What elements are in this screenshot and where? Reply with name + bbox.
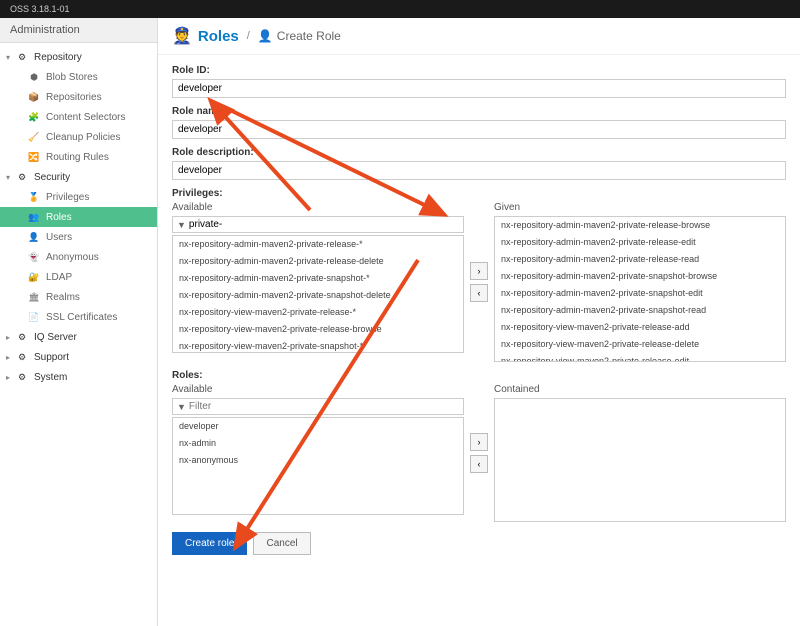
roles-contained-list[interactable] [494,398,786,522]
list-item[interactable]: nx-repository-admin-maven2-private-relea… [495,251,785,268]
privileges-given-list[interactable]: nx-repository-admin-maven2-private-relea… [494,216,786,362]
breadcrumb: 👮 Roles / 👤 Create Role [158,18,800,55]
list-item[interactable]: developer [173,418,463,435]
roles-add-button[interactable]: › [470,433,488,451]
list-item[interactable]: nx-anonymous [173,452,463,469]
privileges-transfer-buttons: › ‹ [470,202,488,362]
privileges-given-label: Given [494,202,786,213]
tree-group[interactable]: ▸⚙System [0,367,157,387]
list-item[interactable]: nx-repository-view-maven2-private-releas… [495,319,785,336]
roles-contained-col: Contained [494,384,786,522]
role-id-input[interactable] [172,79,786,98]
role-desc-label: Role description: [172,147,786,158]
tree-item[interactable]: 🔀Routing Rules [0,147,157,167]
tree-item[interactable]: 👤Users [0,227,157,247]
list-item[interactable]: nx-repository-admin-maven2-private-snaps… [495,302,785,319]
privileges-available-list[interactable]: nx-repository-admin-maven2-private-relea… [172,235,464,353]
create-role-button[interactable]: Create role [172,532,247,555]
roles-available-col: Available ▼ developernx-adminnx-anonymou… [172,384,464,522]
tree-group[interactable]: ▾⚙Repository [0,47,157,67]
nav-tree: ▾⚙Repository⬢Blob Stores📦Repositories🧩Co… [0,43,157,391]
filter-icon: ▼ [177,402,186,412]
roles-contained-label: Contained [494,384,786,395]
breadcrumb-sub: Create Role [277,29,341,43]
tree-item[interactable]: 👥Roles [0,207,157,227]
list-item[interactable]: nx-repository-view-maven2-private-releas… [173,321,463,338]
privileges-filter-input[interactable] [189,219,459,230]
filter-icon: ▼ [177,220,186,230]
version-label: OSS 3.18.1-01 [10,4,70,14]
tree-group[interactable]: ▾⚙Security [0,167,157,187]
list-item[interactable]: nx-repository-admin-maven2-private-relea… [495,234,785,251]
list-item[interactable]: nx-admin [173,435,463,452]
roles-remove-button[interactable]: ‹ [470,455,488,473]
role-name-label: Role name: [172,106,786,117]
button-row: Create role Cancel [172,532,786,555]
roles-available-list[interactable]: developernx-adminnx-anonymous [172,417,464,515]
privileges-remove-button[interactable]: ‹ [470,284,488,302]
sidebar: Administration ▾⚙Repository⬢Blob Stores📦… [0,18,158,626]
role-name-input[interactable] [172,120,786,139]
field-roles: Roles: Available ▼ developernx-adminnx-a… [172,370,786,522]
tree-item[interactable]: 📄SSL Certificates [0,307,157,327]
list-item[interactable]: nx-repository-view-maven2-private-releas… [495,336,785,353]
privileges-given-col: Given nx-repository-admin-maven2-private… [494,202,786,362]
roles-dual-list: Available ▼ developernx-adminnx-anonymou… [172,384,786,522]
roles-available-label: Available [172,384,464,395]
list-item[interactable]: nx-repository-admin-maven2-private-snaps… [495,268,785,285]
field-role-name: Role name: [172,106,786,139]
role-form: Role ID: Role name: Role description: Pr… [158,55,800,615]
roles-transfer-buttons: › ‹ [470,384,488,522]
roles-icon: 👮 [172,26,192,46]
cancel-button[interactable]: Cancel [253,532,310,555]
tree-group[interactable]: ▸⚙Support [0,347,157,367]
list-item[interactable]: nx-repository-admin-maven2-private-relea… [495,217,785,234]
tree-item[interactable]: 🏛Realms [0,287,157,307]
field-role-desc: Role description: [172,147,786,180]
top-bar: OSS 3.18.1-01 [0,0,800,18]
privileges-add-button[interactable]: › [470,262,488,280]
list-item[interactable]: nx-repository-admin-maven2-private-snaps… [495,285,785,302]
tree-item[interactable]: 🧩Content Selectors [0,107,157,127]
roles-filter[interactable]: ▼ [172,398,464,415]
field-role-id: Role ID: [172,65,786,98]
role-id-label: Role ID: [172,65,786,76]
tree-item[interactable]: 📦Repositories [0,87,157,107]
roles-filter-input[interactable] [189,401,459,412]
list-item[interactable]: nx-repository-admin-maven2-private-snaps… [173,270,463,287]
list-item[interactable]: nx-repository-admin-maven2-private-relea… [173,236,463,253]
tree-item[interactable]: 👻Anonymous [0,247,157,267]
tree-item[interactable]: 🏅Privileges [0,187,157,207]
field-privileges: Privileges: Available ▼ nx-repository-ad… [172,188,786,362]
privileges-available-label: Available [172,202,464,213]
sidebar-header: Administration [0,18,157,43]
tree-group[interactable]: ▸⚙IQ Server [0,327,157,347]
list-item[interactable]: nx-repository-view-maven2-private-releas… [495,353,785,362]
tree-item[interactable]: ⬢Blob Stores [0,67,157,87]
list-item[interactable]: nx-repository-admin-maven2-private-snaps… [173,287,463,304]
user-icon: 👤 [258,29,273,43]
main-panel: 👮 Roles / 👤 Create Role Role ID: Role na… [158,18,800,626]
privileges-dual-list: Available ▼ nx-repository-admin-maven2-p… [172,202,786,362]
privileges-available-col: Available ▼ nx-repository-admin-maven2-p… [172,202,464,362]
privileges-filter[interactable]: ▼ [172,216,464,233]
list-item[interactable]: nx-repository-view-maven2-private-snapsh… [173,338,463,353]
roles-label: Roles: [172,370,786,381]
role-desc-input[interactable] [172,161,786,180]
breadcrumb-separator: / [247,30,250,42]
list-item[interactable]: nx-repository-admin-maven2-private-relea… [173,253,463,270]
breadcrumb-main[interactable]: Roles [198,28,239,45]
privileges-label: Privileges: [172,188,786,199]
list-item[interactable]: nx-repository-view-maven2-private-releas… [173,304,463,321]
tree-item[interactable]: 🧹Cleanup Policies [0,127,157,147]
tree-item[interactable]: 🔐LDAP [0,267,157,287]
